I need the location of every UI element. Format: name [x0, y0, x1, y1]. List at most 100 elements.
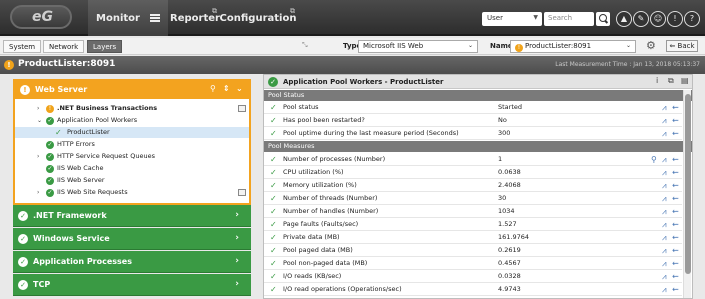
tree-item[interactable]: ⌄ ✓ Application Pool Workers: [15, 115, 249, 126]
graph-icon[interactable]: ⩘: [662, 257, 667, 270]
chevron-down-icon[interactable]: ⌄: [37, 115, 43, 126]
history-icon[interactable]: ⇜: [672, 166, 679, 179]
graph-icon[interactable]: ⩘: [662, 218, 667, 231]
tree-item[interactable]: › ✓ HTTP Service Request Queues: [15, 151, 249, 162]
history-icon[interactable]: ⇜: [672, 257, 679, 270]
history-icon[interactable]: ⇜: [672, 218, 679, 231]
nav-reporter[interactable]: Reporter: [168, 0, 222, 36]
measure-name: Pool paged data (MB): [283, 246, 353, 254]
search-icon[interactable]: [596, 12, 610, 26]
web-server-header[interactable]: ! Web Server ⚲ ⇕ ⌄: [15, 81, 249, 99]
chevron-right-icon: ›: [235, 256, 239, 266]
history-icon[interactable]: ⇜: [672, 192, 679, 205]
chevron-right-icon[interactable]: ›: [37, 151, 43, 162]
search-input[interactable]: Search: [544, 12, 594, 26]
graph-icon[interactable]: ⩘: [662, 205, 667, 218]
scrollbar-thumb[interactable]: [685, 94, 691, 274]
back-button[interactable]: ⇐ Back: [666, 40, 698, 52]
tree-item-label: IIS Web Cache: [57, 164, 104, 172]
measure-value: 161.9764: [498, 233, 530, 241]
tree-item-selected[interactable]: ✓ ProductLister: [15, 127, 249, 138]
tree-item-label: HTTP Service Request Queues: [57, 152, 155, 160]
graph-icon[interactable]: ⩘: [662, 153, 667, 166]
measure-name: I/O read operations (Operations/sec): [283, 285, 402, 293]
layer-application-processes[interactable]: ✓ Application Processes ›: [13, 251, 251, 273]
history-icon[interactable]: ⇜: [672, 153, 679, 166]
nav-configuration[interactable]: Configuration: [220, 0, 297, 36]
graph-icon[interactable]: ⩘: [662, 270, 667, 283]
layer-windows-service[interactable]: ✓ Windows Service ›: [13, 228, 251, 250]
warning-icon: !: [20, 85, 30, 95]
user-select[interactable]: User ▼: [482, 12, 542, 26]
graph-icon[interactable]: ⩘: [662, 166, 667, 179]
name-select[interactable]: ! ProductLister:8091 ⌄: [510, 40, 636, 53]
menu-icon[interactable]: [149, 14, 160, 22]
alert-icon[interactable]: ▲: [616, 11, 632, 27]
layer-label: TCP: [33, 280, 51, 289]
nav-monitor[interactable]: Monitor: [88, 0, 168, 36]
graph-icon[interactable]: ⩘: [662, 231, 667, 244]
scrollbar[interactable]: [683, 90, 691, 298]
measure-value: 4.9743: [498, 285, 521, 293]
history-icon[interactable]: ⇜: [672, 270, 679, 283]
history-icon[interactable]: ⇜: [672, 101, 679, 114]
history-icon[interactable]: ⇜: [672, 127, 679, 140]
tab-layers[interactable]: Layers: [87, 40, 123, 53]
graph-icon[interactable]: ⩘: [662, 244, 667, 257]
table-row: ✓ Memory utilization (%) 2.4068 ⩘ ⇜: [264, 179, 682, 192]
warning-icon: !: [46, 104, 54, 113]
tree-item-label: IIS Web Server: [57, 176, 105, 184]
layer-label: .NET Framework: [33, 211, 107, 220]
graph-icon[interactable]: ⩘: [662, 127, 667, 140]
measure-name: Number of processes (Number): [283, 155, 386, 163]
info-icon[interactable]: !: [667, 11, 683, 27]
history-icon[interactable]: ⇜: [672, 114, 679, 127]
web-server-layer: ! Web Server ⚲ ⇕ ⌄ › ! .NET Business Tra…: [13, 79, 251, 205]
info-icon[interactable]: i: [656, 76, 658, 85]
report-icon[interactable]: [238, 189, 246, 196]
history-icon[interactable]: ⇜: [672, 244, 679, 257]
history-icon[interactable]: ⇜: [672, 231, 679, 244]
graph-icon[interactable]: ⩘: [662, 179, 667, 192]
history-icon[interactable]: ⇜: [672, 283, 679, 296]
collapse-icon[interactable]: ⤡: [302, 41, 308, 50]
graph-icon[interactable]: ⩘: [662, 283, 667, 296]
history-icon[interactable]: ⇜: [672, 179, 679, 192]
filter-bar: System Network Layers ⤡ Type Microsoft I…: [0, 38, 705, 55]
tree-item[interactable]: ✓ IIS Web Cache: [15, 163, 249, 174]
history-icon[interactable]: ⇜: [672, 205, 679, 218]
ok-icon: ✓: [46, 152, 54, 161]
chevron-right-icon[interactable]: ›: [37, 187, 43, 198]
tree-item[interactable]: ✓ IIS Web Server: [15, 175, 249, 186]
gear-icon[interactable]: ⚙: [646, 40, 658, 52]
window-icon[interactable]: ⧉: [668, 76, 674, 86]
report-icon[interactable]: [238, 105, 246, 112]
ok-icon: ✓: [18, 280, 28, 290]
tools-icon[interactable]: ✎: [633, 11, 649, 27]
app-logo[interactable]: eG: [10, 5, 72, 29]
measure-name: I/O reads (KB/sec): [283, 272, 342, 280]
back-label: Back: [677, 42, 695, 50]
tree-item[interactable]: › ! .NET Business Transactions: [15, 103, 249, 114]
table-row: ✓ I/O read operations (Operations/sec) 4…: [264, 283, 682, 296]
document-icon[interactable]: ▤: [681, 76, 689, 85]
graph-icon[interactable]: ⩘: [662, 114, 667, 127]
tab-network[interactable]: Network: [43, 40, 85, 53]
search-icon[interactable]: ⚲: [651, 153, 657, 166]
tree-item[interactable]: ✓ HTTP Errors: [15, 139, 249, 150]
type-select[interactable]: Microsoft IIS Web ⌄: [358, 40, 478, 53]
chevron-down-icon[interactable]: ⌄: [236, 84, 243, 93]
search-placeholder: Search: [548, 14, 573, 22]
graph-icon[interactable]: ⩘: [662, 192, 667, 205]
expand-icon[interactable]: ⇕: [223, 84, 230, 93]
layer-dotnet-framework[interactable]: ✓ .NET Framework ›: [13, 205, 251, 227]
help-icon[interactable]: ?: [684, 11, 700, 27]
user-icon[interactable]: ☺: [650, 11, 666, 27]
table-row: ✓ Pool paged data (MB) 0.2619 ⩘ ⇜: [264, 244, 682, 257]
layer-tcp[interactable]: ✓ TCP ›: [13, 274, 251, 296]
tree-item[interactable]: › ✓ IIS Web Site Requests: [15, 187, 249, 198]
graph-icon[interactable]: ⩘: [662, 101, 667, 114]
chevron-right-icon[interactable]: ›: [37, 103, 43, 114]
tab-system[interactable]: System: [3, 40, 42, 53]
search-icon[interactable]: ⚲: [210, 84, 216, 93]
